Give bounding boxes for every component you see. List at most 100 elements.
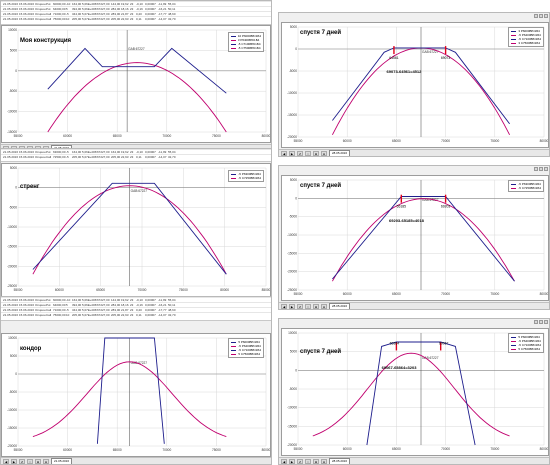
toolbar-button[interactable]: ⊕ bbox=[35, 459, 41, 464]
table-cell: 21.05.2016 bbox=[3, 313, 19, 317]
toolbar-button[interactable]: ◀ bbox=[281, 459, 287, 464]
legend-swatch bbox=[511, 336, 517, 338]
expiry-curve bbox=[47, 62, 227, 133]
table-row[interactable]: 21.05.201615.06.2016ОпционCall 75000,0010… bbox=[1, 16, 271, 21]
toolbar-button[interactable]: ◀ bbox=[3, 459, 9, 464]
payoff-chart: 5000 0 -5000 -10000 -15000 -20000 55000 60000 65… bbox=[281, 22, 549, 148]
toolbar-button[interactable]: ▶ bbox=[289, 151, 295, 156]
table-cell: Опцион bbox=[35, 298, 46, 302]
panel-after-7-days-3: 10000 5000 0 -5000 -10000 -15000 -20000 55000 60… bbox=[278, 318, 550, 465]
table-cell: 0,11 bbox=[136, 313, 142, 317]
toolbar-button[interactable]: ↕ bbox=[27, 459, 33, 464]
table-cell: Call bbox=[46, 155, 52, 159]
toolbar-button[interactable]: ⊖ bbox=[321, 151, 327, 156]
close-icon[interactable] bbox=[544, 14, 548, 18]
close-icon[interactable] bbox=[544, 320, 548, 324]
toolbar-button[interactable]: ⊖ bbox=[321, 304, 327, 309]
legend-entry: -5 С7250ВЮ1Б4 bbox=[231, 176, 261, 180]
date-field[interactable]: 28.05.2016 bbox=[329, 303, 351, 309]
table-cell: 21.05.2016 bbox=[3, 155, 19, 159]
toolbar-button[interactable]: ⊖ bbox=[321, 459, 327, 464]
toolbar-button[interactable]: ↕ bbox=[305, 304, 311, 309]
toolbar-button[interactable]: Z bbox=[297, 151, 303, 156]
table-cell: 0,00007 bbox=[145, 150, 156, 154]
date-field[interactable]: 28.05.2016 bbox=[329, 458, 351, 464]
toolbar-button[interactable]: ▶ bbox=[11, 459, 17, 464]
toolbar-button[interactable]: ▶ bbox=[289, 459, 295, 464]
x-tick-label: 60000 bbox=[63, 448, 72, 452]
table-cell: 164,00 bbox=[111, 150, 121, 154]
table-cell: 50,11 bbox=[168, 303, 176, 307]
chart-toolbar: ◀▶Z↕⊕⊖21.05.2016 bbox=[1, 457, 271, 464]
table-cell: Put bbox=[46, 2, 51, 6]
maximize-icon[interactable] bbox=[539, 320, 543, 324]
table-cell: 5,07E+008 bbox=[82, 308, 97, 312]
table-cell: 67227,00 bbox=[97, 150, 110, 154]
table-cell: 164,00 bbox=[72, 2, 82, 6]
toolbar-button[interactable]: ⊕ bbox=[313, 151, 319, 156]
chart-title: спустя 7 дней bbox=[300, 349, 342, 355]
toolbar-button[interactable]: ◀ bbox=[281, 304, 287, 309]
table-row[interactable]: 21.05.201615.06.2016ОпционCall 72500,00-5… bbox=[1, 154, 271, 159]
toolbar-button[interactable]: ↕ bbox=[305, 151, 311, 156]
table-cell: 32,70 bbox=[168, 17, 176, 21]
close-icon[interactable] bbox=[544, 167, 548, 171]
table-row[interactable]: 21.05.201615.06.2016ОпционCall 75000,0010… bbox=[1, 312, 271, 317]
y-tick-label: -10000 bbox=[7, 408, 17, 412]
date-field[interactable]: 21.05.2016 bbox=[51, 458, 73, 464]
options-table: 21.05.201615.06.2016ОпционPut 60000,00-10… bbox=[1, 297, 271, 321]
table-cell: -0,10 bbox=[136, 298, 143, 302]
table-cell: Опцион bbox=[35, 308, 46, 312]
legend-entry: -5 С7250ВЮ1Б4 bbox=[511, 186, 541, 190]
table-cell: 63000,00 bbox=[53, 150, 66, 154]
breakeven-label: 69067 bbox=[439, 341, 449, 345]
x-tick-label: 80000 bbox=[262, 134, 270, 138]
legend-label: 5 С7500ВЮ1Б4 bbox=[238, 352, 260, 356]
x-tick-label: 70000 bbox=[441, 292, 450, 296]
toolbar-button[interactable]: Z bbox=[19, 459, 25, 464]
legend-swatch bbox=[231, 177, 237, 179]
minimize-icon[interactable] bbox=[534, 167, 538, 171]
toolbar-button[interactable]: ⊖ bbox=[43, 459, 49, 464]
toolbar-button[interactable]: Z bbox=[297, 304, 303, 309]
table-cell: 75000,00 bbox=[53, 313, 66, 317]
date-field[interactable]: 28.05.2016 bbox=[329, 150, 351, 156]
table-cell: 67227,00 bbox=[97, 17, 110, 21]
toolbar-button[interactable]: ⊕ bbox=[313, 459, 319, 464]
table-cell: 205,00 bbox=[111, 17, 121, 21]
table-cell: 0,11 bbox=[136, 155, 142, 159]
table-cell: Call bbox=[46, 308, 52, 312]
toolbar-button[interactable]: ⊕ bbox=[313, 304, 319, 309]
legend-swatch bbox=[511, 34, 517, 36]
table-cell: 344,00 bbox=[72, 12, 82, 16]
x-tick-label: 65000 bbox=[96, 288, 105, 292]
toolbar-button[interactable]: ▶ bbox=[289, 304, 295, 309]
breakeven-label: 65185 bbox=[397, 205, 407, 209]
toolbar-button[interactable]: ◀ bbox=[281, 151, 287, 156]
window-buttons[interactable] bbox=[534, 167, 548, 171]
window-buttons[interactable] bbox=[534, 320, 548, 324]
table-cell: 22,93 bbox=[121, 155, 129, 159]
y-tick-label: -20000 bbox=[287, 270, 297, 274]
table-cell: 21,87 bbox=[121, 308, 129, 312]
table-cell: Опцион bbox=[35, 2, 46, 6]
y-tick-label: -15000 bbox=[287, 113, 297, 117]
payoff-chart: 10000 5000 0 -5000 -10000 -15000 -20000 55000 60… bbox=[281, 328, 549, 456]
legend-label: 3 С7500ВЮ1Б4 bbox=[518, 41, 540, 45]
toolbar-button[interactable]: Z bbox=[297, 459, 303, 464]
minimize-icon[interactable] bbox=[534, 320, 538, 324]
table-cell: 5,06E+008 bbox=[82, 7, 97, 11]
y-tick-label: -10000 bbox=[287, 91, 297, 95]
maximize-icon[interactable] bbox=[539, 167, 543, 171]
toolbar-button[interactable]: ↕ bbox=[305, 459, 311, 464]
minimize-icon[interactable] bbox=[534, 14, 538, 18]
chart-toolbar: ◀ ▶ Z ↕ ⊕ ⊖ 28.05.2016 bbox=[279, 302, 549, 309]
table-cell: 21,87 bbox=[121, 12, 129, 16]
table-cell: 15.06.2016 bbox=[19, 298, 35, 302]
legend-swatch bbox=[231, 349, 237, 351]
x-tick-label: 65000 bbox=[392, 139, 401, 143]
maximize-icon[interactable] bbox=[539, 14, 543, 18]
window-buttons[interactable] bbox=[534, 14, 548, 18]
x-tick-label: 55000 bbox=[294, 447, 303, 451]
chart-legend: 10 Р6000ВЮ1Б4 3 Р6400ВЮ1Б4 -5 С7100ВЮ1Б4 -5… bbox=[227, 32, 264, 52]
